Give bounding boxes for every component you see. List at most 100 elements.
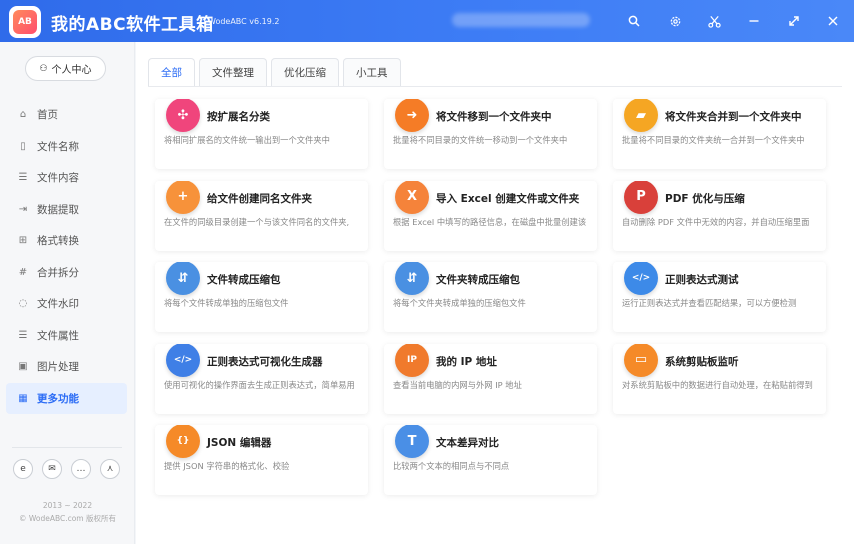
tool-card-title: 文件转成压缩包 (207, 274, 281, 286)
file-content-icon: ☰ (18, 172, 28, 184)
tool-card-title: 正则表达式可视化生成器 (207, 355, 323, 368)
sidebar-item-label: 文件名称 (37, 140, 79, 153)
sidebar-item-9[interactable]: ▣ 图片处理 (6, 351, 127, 383)
maximize-icon[interactable] (784, 11, 804, 31)
tool-card[interactable]: </> 正则表达式测试 运行正则表达式并查看匹配结果，可以方便检测 (613, 262, 826, 332)
tool-card-title: 文本差异对比 (436, 437, 499, 449)
app-version: WodeABC v6.19.2 (208, 17, 280, 26)
json-icon: {} (166, 425, 200, 458)
tool-card-title: 导入 Excel 创建文件或文件夹 (436, 192, 580, 205)
mail-icon[interactable]: ✉ (42, 459, 62, 479)
sidebar-item-1[interactable]: ⌂ 首页 (6, 99, 127, 131)
ip-icon: IP (395, 343, 429, 377)
image-icon: ▣ (18, 361, 28, 373)
tool-card[interactable]: ▰ 将文件夹合并到一个文件夹中 批量将不同目录的文件夹统一合并到一个文件夹中 (613, 99, 826, 169)
sidebar-item-4[interactable]: ⇥ 数据提取 (6, 194, 127, 226)
tool-card[interactable]: P PDF 优化与压缩自动删除 PDF 文件中无效的内容，并自动压缩里面 (613, 180, 826, 251)
tab-2[interactable]: 文件整理 (199, 58, 267, 86)
tool-card-desc: 自动删除 PDF 文件中无效的内容，并自动压缩里面 (622, 216, 810, 227)
tool-card[interactable]: </> 正则表达式可视化生成器 使用可视化的操作界面去生成正则表达式，简单易用 (155, 343, 368, 414)
app-title: 我的ABC软件工具箱 (51, 15, 214, 35)
tool-card[interactable]: ⇵ 文件转成压缩包 将每个文件转成单独的压缩包文件 (155, 262, 368, 332)
user-icon: ⚇ (39, 63, 48, 74)
tool-card-title: 给文件创建同名文件夹 (207, 192, 312, 205)
copyright-years: 2013 ~ 2022 (42, 501, 93, 510)
tab-1[interactable]: 全部 (148, 58, 195, 86)
tab-divider (148, 86, 842, 87)
tab-4[interactable]: 小工具 (343, 58, 401, 86)
minimize-icon[interactable] (744, 11, 764, 31)
sidebar-item-label: 文件水印 (37, 298, 79, 311)
sidebar-item-10[interactable]: ▦ 更多功能 (6, 382, 127, 414)
copyright-text: © WodeABC.com 版权所有 (19, 514, 116, 523)
tool-card[interactable]: T 文本差异对比 比较两个文本的相同点与不同点 (384, 425, 597, 495)
regex-icon: </> (624, 262, 658, 295)
tool-card-desc: 批量将不同目录的文件统一移动到一个文件夹中 (393, 135, 568, 145)
sidebar-item-5[interactable]: ⊞ 格式转换 (6, 225, 127, 257)
tool-card[interactable]: ⇵ 文件夹转成压缩包将每个文件夹转成单独的压缩包文件 (384, 262, 597, 332)
tool-card-desc: 运行正则表达式并查看匹配结果，可以方便检测 (622, 298, 797, 308)
sidebar-item-7[interactable]: ◌ 文件水印 (6, 288, 127, 320)
sidebar-item-6[interactable]: # 合并拆分 (6, 257, 127, 289)
gear-icon[interactable] (665, 11, 685, 31)
sidebar-item-8[interactable]: ☰ 文件属性 (6, 320, 127, 352)
sidebar-item-label: 图片处理 (37, 361, 79, 374)
title-bar: AB 我的ABC软件工具箱 WodeABC v6.19.2 (0, 0, 854, 42)
tool-card-title: PDF 优化与压缩 (665, 192, 745, 205)
tool-card-desc: 在文件的同级目录创建一个与该文件同名的文件夹, (164, 216, 350, 227)
tab-3[interactable]: 优化压缩 (271, 58, 339, 86)
tool-card[interactable]: ✣ 按扩展名分类将相同扩展名的文件统一输出到一个文件夹中 (155, 99, 368, 169)
data-extract-icon: ⇥ (18, 203, 28, 215)
tool-card-title: 按扩展名分类 (207, 111, 270, 123)
merge-split-icon: # (18, 266, 28, 278)
file-name-icon: ▯ (20, 140, 26, 152)
watermark-icon: ◌ (18, 298, 28, 310)
puzzle-icon: ✣ (166, 99, 200, 132)
share-icon[interactable]: ⋏ (100, 459, 120, 479)
tool-card[interactable]: IP 我的 IP 地址 查看当前电脑的内网与外网 IP 地址 (384, 343, 597, 414)
tool-card-desc: 批量将不同目录的文件夹统一合并到一个文件夹中 (622, 135, 805, 145)
social-links: e ✉ … ⋏ (13, 459, 120, 479)
divider (12, 447, 122, 448)
tool-card[interactable]: + 给文件创建同名文件夹 在文件的同级目录创建一个与该文件同名的文件夹, (155, 180, 368, 251)
tool-card-desc: 将每个文件夹转成单独的压缩包文件 (393, 298, 526, 308)
tool-card[interactable]: {} JSON 编辑器 提供 JSON 字符串的格式化、校验 (155, 425, 368, 495)
close-icon[interactable] (823, 11, 843, 31)
scissors-icon[interactable] (704, 11, 724, 31)
blurred-user-info (452, 13, 590, 27)
tool-card[interactable]: ➜ 将文件移到一个文件夹中批量将不同目录的文件统一移动到一个文件夹中 (384, 99, 597, 169)
sidebar-item-label: 文件内容 (37, 172, 79, 185)
tool-card-title: 将文件移到一个文件夹中 (436, 111, 552, 123)
folder-zip-icon: ⇵ (395, 262, 429, 295)
tool-card-desc: 提供 JSON 字符串的格式化、校验 (164, 461, 290, 471)
tool-card-title: 文件夹转成压缩包 (436, 274, 520, 286)
chat-icon[interactable]: … (71, 459, 91, 479)
sidebar-item-label: 格式转换 (37, 235, 79, 248)
sidebar-item-label: 文件属性 (37, 329, 79, 342)
home-icon: ⌂ (19, 109, 27, 121)
search-icon[interactable] (624, 11, 644, 31)
category-tabs: 全部 文件整理 优化压缩 小工具 (148, 58, 401, 86)
format-convert-icon: ⊞ (18, 235, 28, 247)
sidebar-item-label: 更多功能 (37, 392, 79, 405)
sidebar: ⚇ 个人中心 ⌂ 首页 ▯ 文件名称 ☰ 文件内容 ⇥ 数据提取 ⊞ 格式转换 # 合并拆分 ◌ 文件水印… (0, 42, 135, 544)
app-logo: AB (9, 6, 41, 38)
tool-card[interactable]: ▭ 系统剪贴板监听 对系统剪贴板中的数据进行自动处理，在粘贴前得到 (613, 343, 826, 414)
text-diff-icon: T (395, 425, 429, 458)
logo-mark: AB (13, 10, 37, 34)
folder-merge-icon: ▰ (624, 99, 658, 132)
folder-move-icon: ➜ (395, 99, 429, 132)
tool-card-desc: 将每个文件转成单独的压缩包文件 (164, 298, 289, 308)
sidebar-item-2[interactable]: ▯ 文件名称 (6, 131, 127, 163)
tool-card-desc: 根据 Excel 中填写的路径信息，在磁盘中批量创建该 (393, 216, 587, 227)
excel-icon: X (395, 180, 429, 214)
user-center-button[interactable]: ⚇ 个人中心 (25, 56, 106, 81)
ie-icon[interactable]: e (13, 459, 33, 479)
main-content: 全部 文件整理 优化压缩 小工具 ✣ 按扩展名分类将相同扩展名的文件统一输出到一个文件夹… (136, 42, 854, 544)
tool-card-desc: 将相同扩展名的文件统一输出到一个文件夹中 (164, 135, 330, 145)
sidebar-item-3[interactable]: ☰ 文件内容 (6, 162, 127, 194)
user-center-label: 个人中心 (51, 65, 92, 76)
pdf-icon: P (624, 180, 658, 214)
tool-card[interactable]: X 导入 Excel 创建文件或文件夹根据 Excel 中填写的路径信息，在磁盘中… (384, 180, 597, 251)
sidebar-item-label: 合并拆分 (37, 266, 79, 279)
